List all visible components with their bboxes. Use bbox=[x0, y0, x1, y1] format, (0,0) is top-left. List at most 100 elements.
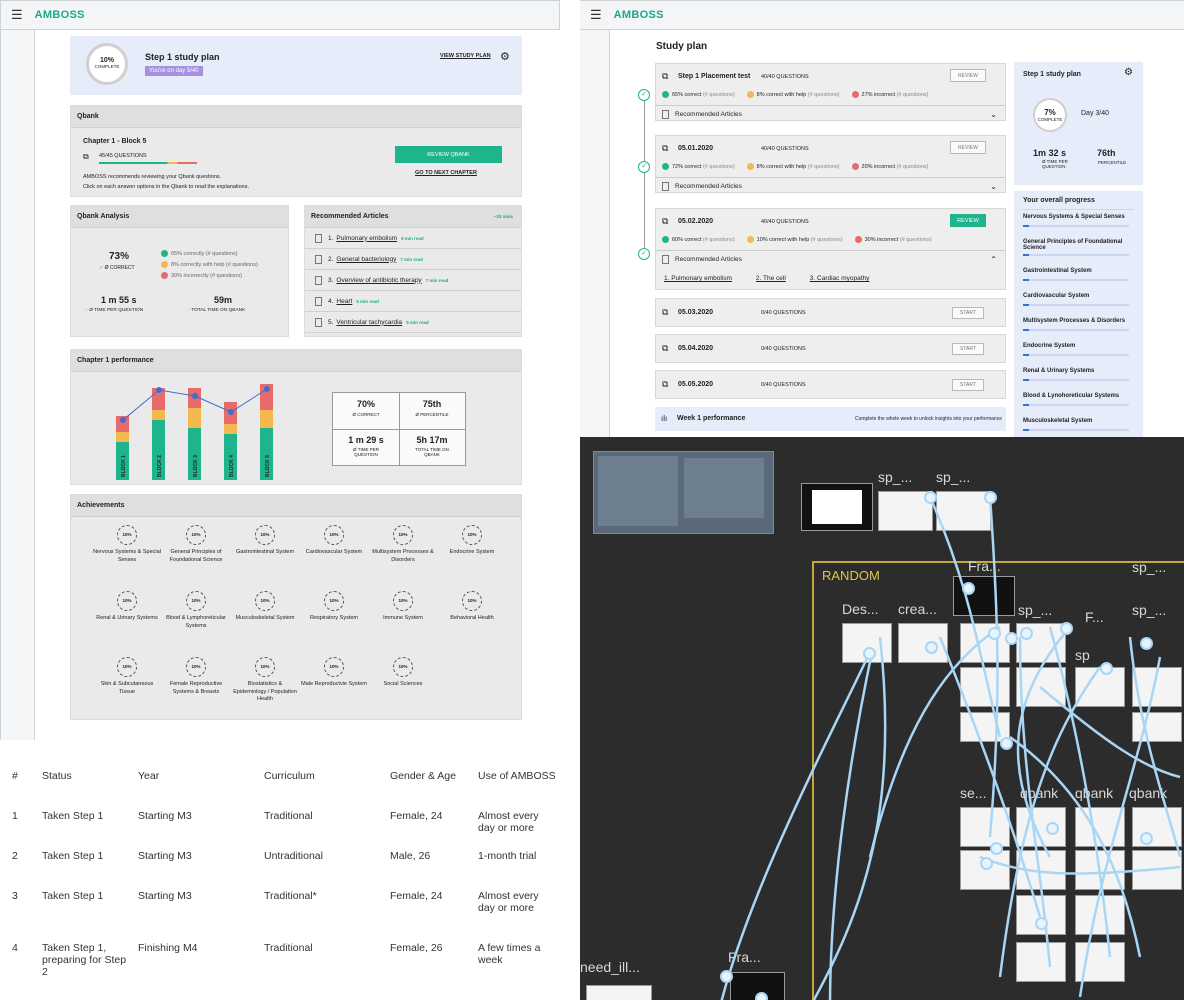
chevron-icon[interactable]: ⌄ bbox=[990, 182, 997, 191]
progress-item[interactable]: Endocrine System bbox=[1023, 339, 1134, 356]
article-title[interactable]: Heart bbox=[336, 298, 352, 305]
hamburger-icon[interactable]: ☰ bbox=[590, 7, 602, 23]
recommended-link[interactable]: 1. Pulmonary embolism bbox=[664, 275, 732, 282]
chevron-icon[interactable]: ⌃ bbox=[990, 255, 997, 264]
table-row[interactable]: 2 Taken Step 1 Starting M3 Untraditional Mal… bbox=[12, 850, 562, 890]
table-row[interactable]: 3 Taken Step 1 Starting M3 Traditional* Fema… bbox=[12, 890, 562, 942]
analysis-percent-caption: Ø CORRECT bbox=[104, 265, 135, 271]
achievement-label: Skin & Subcutaneous Tissue bbox=[100, 681, 154, 695]
amboss-logo[interactable]: AMBOSS bbox=[35, 9, 85, 21]
progress-item[interactable]: Musculoskeletal System bbox=[1023, 414, 1134, 431]
recommended-link[interactable]: 2. The cell bbox=[756, 275, 786, 282]
progress-item[interactable]: Cardiovascular System bbox=[1023, 289, 1134, 306]
progress-item[interactable]: Nervous Systems & Special Senses bbox=[1023, 210, 1134, 227]
gear-icon[interactable]: ⚙ bbox=[500, 50, 510, 63]
side-percentile: 76th bbox=[1097, 148, 1116, 158]
connection-node[interactable] bbox=[755, 992, 768, 1000]
connection-node[interactable] bbox=[962, 582, 975, 595]
plan-entry[interactable]: ⧉ 05.02.2020 40/40 QUESTIONS REVIEW 60% corr… bbox=[655, 208, 1006, 290]
achievement-ring: 10% bbox=[393, 525, 413, 545]
review-qbank-button[interactable]: REVIEW QBANK bbox=[395, 146, 502, 163]
progress-item[interactable]: Multisystem Processes & Disorders bbox=[1023, 314, 1134, 331]
connection-node[interactable] bbox=[1046, 822, 1059, 835]
achievement-item[interactable]: 10% Male Reproductvie System bbox=[300, 657, 368, 689]
achievement-item[interactable]: 10% Behavioral Health bbox=[438, 591, 506, 623]
plan-entry-upcoming[interactable]: ⧉ 05.04.2020 0/40 QUESTIONS START bbox=[655, 334, 1006, 363]
achievement-item[interactable]: 10% Musculoskeletal System bbox=[231, 591, 299, 623]
connection-node[interactable] bbox=[1005, 632, 1018, 645]
table-row[interactable]: 1 Taken Step 1 Starting M3 Traditional Femal… bbox=[12, 810, 562, 850]
article-title[interactable]: General bacteriology bbox=[336, 256, 396, 263]
review-button[interactable]: REVIEW bbox=[950, 141, 986, 154]
progress-item[interactable]: General Principles of Foundational Scien… bbox=[1023, 235, 1134, 256]
plan-entry[interactable]: ⧉ 05.01.2020 40/40 QUESTIONS REVIEW 72% corr… bbox=[655, 135, 1006, 193]
achievement-item[interactable]: 10% Immune System bbox=[369, 591, 437, 623]
next-chapter-link[interactable]: GO TO NEXT CHAPTER bbox=[415, 170, 477, 176]
gear-icon[interactable]: ⚙ bbox=[1124, 67, 1133, 78]
articles-total-time: ~33 mins bbox=[493, 214, 513, 219]
article-read-time: 7 min read bbox=[425, 277, 449, 283]
table-row[interactable]: 4 Taken Step 1, preparing for Step 2 Finis… bbox=[12, 942, 562, 994]
recommended-toggle[interactable]: Recommended Articles ⌄ bbox=[656, 105, 1005, 123]
article-item[interactable]: 4. Heart 5 min read bbox=[305, 291, 521, 312]
article-title[interactable]: Pulmonary embolism bbox=[336, 235, 397, 242]
article-title[interactable]: Overview of antibiotic therapy bbox=[336, 277, 421, 284]
start-button[interactable]: START bbox=[952, 307, 984, 319]
connection-node[interactable] bbox=[1020, 627, 1033, 640]
table-cell: Starting M3 bbox=[138, 850, 192, 862]
connection-node[interactable] bbox=[990, 842, 1003, 855]
achievement-item[interactable]: 10% Renal & Urinary Systems bbox=[93, 591, 161, 623]
progress-item[interactable]: Gastrointestinal System bbox=[1023, 264, 1134, 281]
achievement-item[interactable]: 10% Biostatistics & Epidemiology / Popula… bbox=[231, 657, 299, 704]
connection-node[interactable] bbox=[1140, 832, 1153, 845]
start-button[interactable]: START bbox=[952, 379, 984, 391]
achievement-item[interactable]: 10% Respiratory System bbox=[300, 591, 368, 623]
article-item[interactable]: 1. Pulmonary embolism 9 min read bbox=[305, 228, 521, 249]
connection-node[interactable] bbox=[1035, 917, 1048, 930]
achievement-item[interactable]: 10% Endocrine System bbox=[438, 525, 506, 557]
start-button[interactable]: START bbox=[952, 343, 984, 355]
recommended-link[interactable]: 3. Cardiac myopathy bbox=[810, 275, 870, 282]
achievement-item[interactable]: 10% Female Reproductive Systems & Breasts bbox=[162, 657, 230, 696]
hamburger-icon[interactable]: ☰ bbox=[11, 7, 23, 23]
table-cell: 3 bbox=[12, 890, 18, 902]
connection-node[interactable] bbox=[924, 491, 937, 504]
connection-node[interactable] bbox=[1060, 622, 1073, 635]
achievement-item[interactable]: 10% Blood & Lymphoreticular Systems bbox=[162, 591, 230, 630]
review-button[interactable]: REVIEW bbox=[950, 69, 986, 82]
article-item[interactable]: 5. Ventricular tachycardia 5 min read bbox=[305, 312, 521, 333]
connection-node[interactable] bbox=[1000, 737, 1013, 750]
connection-node[interactable] bbox=[925, 641, 938, 654]
plan-entry-upcoming[interactable]: ⧉ 05.03.2020 0/40 QUESTIONS START bbox=[655, 298, 1006, 327]
article-title[interactable]: Ventricular tachycardia bbox=[336, 319, 402, 326]
achievement-item[interactable]: 10% Multisystem Processes & Disorders bbox=[369, 525, 437, 564]
plan-entry[interactable]: ⧉ Step 1 Placement test 40/40 QUESTIONS REV… bbox=[655, 63, 1006, 121]
connection-node[interactable] bbox=[1140, 637, 1153, 650]
achievement-item[interactable]: 10% Cardiovascular System bbox=[300, 525, 368, 557]
connection-node[interactable] bbox=[980, 857, 993, 870]
recommended-toggle[interactable]: Recommended Articles ⌃ bbox=[656, 250, 1005, 268]
connection-node[interactable] bbox=[720, 970, 733, 983]
achievement-item[interactable]: 10% Social Sciences bbox=[369, 657, 437, 689]
progress-item[interactable]: Blood & Lynohoreticular Systems bbox=[1023, 389, 1134, 406]
figma-canvas[interactable]: sp_...sp_...RANDOMFra...Des...crea...s..… bbox=[580, 437, 1184, 1000]
recommended-label: Recommended Articles bbox=[675, 183, 742, 190]
article-item[interactable]: 3. Overview of antibiotic therapy 7 min re… bbox=[305, 270, 521, 291]
connection-node[interactable] bbox=[988, 627, 1001, 640]
chevron-icon[interactable]: ⌄ bbox=[990, 110, 997, 119]
connection-node[interactable] bbox=[984, 491, 997, 504]
view-study-plan-link[interactable]: VIEW STUDY PLAN bbox=[440, 53, 491, 59]
recommended-toggle[interactable]: Recommended Articles ⌄ bbox=[656, 177, 1005, 195]
connection-node[interactable] bbox=[1100, 662, 1113, 675]
amboss-logo[interactable]: AMBOSS bbox=[614, 9, 664, 21]
progress-item[interactable]: Renal & Urinary Systems bbox=[1023, 364, 1134, 381]
plan-entry-upcoming[interactable]: ⧉ 05.05.2020 0/40 QUESTIONS START bbox=[655, 370, 1006, 399]
overall-progress-card: Your overall progress Nervous Systems & … bbox=[1014, 191, 1143, 437]
achievement-item[interactable]: 10% Nervous Systems & Special Senses bbox=[93, 525, 161, 564]
achievement-item[interactable]: 10% Gastrointestinal System bbox=[231, 525, 299, 557]
review-button[interactable]: REVIEW bbox=[950, 214, 986, 227]
connection-node[interactable] bbox=[863, 647, 876, 660]
achievement-item[interactable]: 10% Skin & Subcutaneous Tissue bbox=[93, 657, 161, 696]
achievement-item[interactable]: 10% General Principles of Foundational Sc… bbox=[162, 525, 230, 564]
article-item[interactable]: 2. General bacteriology 7 min read bbox=[305, 249, 521, 270]
